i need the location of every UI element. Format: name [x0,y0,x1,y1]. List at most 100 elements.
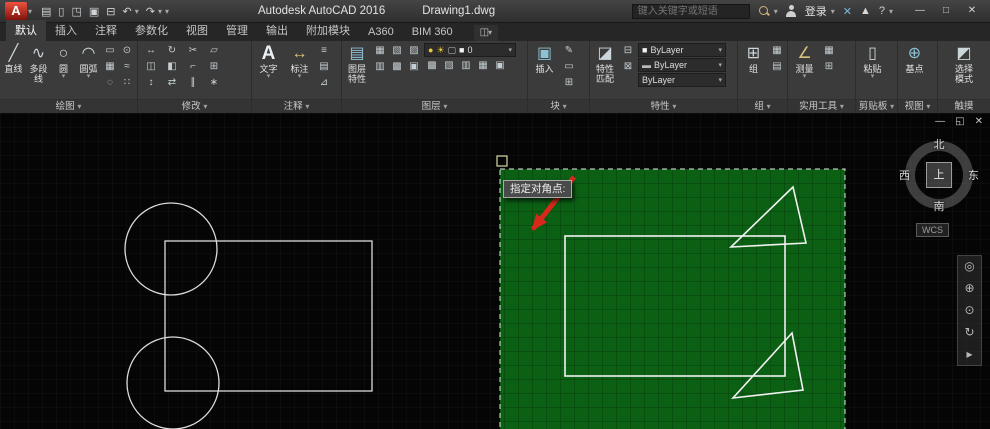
list-icon[interactable]: ⊠ [620,59,636,74]
redo-caret-icon[interactable]: ▾ [158,7,162,16]
workspace-icon[interactable]: ▤ [41,5,51,18]
erase-icon[interactable]: ▱ [206,43,222,58]
tab-annotate[interactable]: 注释 [86,20,126,41]
panel-label-annotate[interactable]: 注释 ▾ [252,99,341,113]
panel-label-block[interactable]: 块 ▾ [528,99,589,113]
hatch-icon[interactable]: ▦ [102,59,118,74]
layer-thaw-icon[interactable]: ▥ [458,58,474,73]
zoom-icon[interactable]: ⊙ [964,304,974,317]
color-combo[interactable]: ■ ByLayer ▾ [638,43,726,57]
qat-customize-caret-icon[interactable]: ▾ [165,7,169,16]
panel-label-view[interactable]: 视图 ▾ [898,99,937,113]
app-menu-button[interactable]: A [5,2,27,20]
signin-caret-icon[interactable]: ▾ [831,7,835,16]
open-file-icon[interactable]: ◳ [71,5,81,18]
compass-top-face[interactable]: 上 [926,162,952,188]
tab-bim360[interactable]: BIM 360 [403,24,462,41]
donut-icon[interactable]: ⊙ [119,43,135,58]
rectangle-icon[interactable]: ▭ [102,43,118,58]
viewcube-compass[interactable]: 上 北 南 西 东 [901,137,977,213]
layer-match-icon[interactable]: ▩ [389,59,405,74]
mirror-icon[interactable]: ◧ [164,59,180,74]
tab-insert[interactable]: 插入 [46,20,86,41]
move-icon[interactable]: ↔ [143,43,159,58]
app-menu-caret-icon[interactable]: ▾ [28,7,32,16]
quick-calc-icon[interactable]: ⊞ [821,59,837,74]
orbit-icon[interactable]: ↻ [964,326,974,339]
signin-button[interactable]: 登录 [805,3,827,19]
tool-circle[interactable]: ○ 圆 ▾ [52,43,75,80]
compass-north-label[interactable]: 北 [934,136,945,152]
mleader-icon[interactable]: ≡ [316,43,332,58]
create-block-icon[interactable]: ▭ [561,59,577,74]
plot-icon[interactable]: ⊟ [106,5,115,18]
tab-addins[interactable]: 附加模块 [297,20,359,41]
ungroup-icon[interactable]: ▦ [769,43,785,58]
panel-label-draw[interactable]: 绘图 ▾ [0,99,137,113]
tool-dimension[interactable]: ↔ 标注 ▾ [285,43,314,80]
quick-select-icon[interactable]: ▦ [821,43,837,58]
layer-off-icon[interactable]: ▦ [372,43,388,58]
a360-icon[interactable]: ▲ [860,5,871,17]
help-icon[interactable]: ? [879,5,885,17]
layer-lock-icon[interactable]: ▨ [406,43,422,58]
tool-arc[interactable]: ◠ 圆弧 ▾ [77,43,100,80]
panel-label-properties[interactable]: 特性 ▾ [590,99,737,113]
tool-insert[interactable]: ▣ 插入 [530,43,559,74]
trim-icon[interactable]: ✂ [185,43,201,58]
panel-label-modify[interactable]: 修改 ▾ [138,99,251,113]
drawing-canvas[interactable]: 指定对角点: — ◱ ✕ 上 北 南 西 东 WCS ◎ ⊕ ⊙ ↻ ▸ [0,113,990,429]
panel-label-clipboard[interactable]: 剪贴板 ▾ [856,99,897,113]
drawing-minimize-button[interactable]: — [935,116,945,127]
tool-group[interactable]: ⊞ 组 [740,43,767,74]
rotate-icon[interactable]: ↻ [164,43,180,58]
tab-manage[interactable]: 管理 [217,20,257,41]
showmotion-icon[interactable]: ▸ [966,348,972,361]
dimstyle-icon[interactable]: ⊿ [316,75,332,90]
search-box[interactable] [632,4,750,19]
explode-icon[interactable]: ∗ [206,75,222,90]
search-input[interactable] [636,5,746,18]
layer-combo[interactable]: ● ☀ ▢ ■ 0 ▾ [424,43,516,57]
save-icon[interactable]: ▣ [89,5,99,18]
compass-south-label[interactable]: 南 [934,198,945,214]
tab-home[interactable]: 默认 [6,20,46,41]
tool-paste[interactable]: ▯ 粘贴 ▾ [858,43,887,80]
tool-layer-properties[interactable]: ▤ 图层特性 [344,43,370,84]
panel-label-groups[interactable]: 组 ▾ [738,99,787,113]
search-icon[interactable] [758,5,770,17]
spline-icon[interactable]: ≈ [119,59,135,74]
layer-state-icon[interactable]: ▩ [424,58,440,73]
block-editor-icon[interactable]: ⊞ [561,75,577,90]
search-caret-icon[interactable]: ▾ [774,7,778,16]
tool-match-properties[interactable]: ◪ 特性匹配 [592,43,618,84]
revcloud-icon[interactable]: ◌ [102,75,118,90]
redo-icon[interactable]: ↷ [146,5,155,18]
compass-west-label[interactable]: 西 [899,167,910,183]
new-file-icon[interactable]: ▯ [58,5,64,18]
undo-icon[interactable]: ↶ [123,5,132,18]
tool-line[interactable]: ╱ 直线 [2,43,25,74]
tab-a360[interactable]: A360 [359,24,403,41]
table-icon[interactable]: ▤ [316,59,332,74]
layer-isolate-icon[interactable]: ▥ [372,59,388,74]
wcs-button[interactable]: WCS [916,223,949,237]
lineweight-combo[interactable]: ▬ ByLayer ▾ [638,58,726,72]
minimize-button[interactable]: — [907,1,933,21]
compass-east-label[interactable]: 东 [968,167,979,183]
pickadd-icon[interactable]: ⊟ [620,43,636,58]
navwheel-icon[interactable]: ◎ [964,260,974,273]
fillet-icon[interactable]: ⌐ [185,59,201,74]
undo-caret-icon[interactable]: ▾ [135,7,139,16]
help-caret-icon[interactable]: ▾ [889,7,893,16]
stretch-icon[interactable]: ↕ [143,75,159,90]
tool-text[interactable]: A 文字 ▾ [254,43,283,80]
tab-output[interactable]: 输出 [257,20,297,41]
layer-on-icon[interactable]: ▦ [475,58,491,73]
ribbon-display-toggle[interactable]: ◫ ▾ [474,25,498,41]
linetype-combo[interactable]: ByLayer ▾ [638,73,726,87]
close-button[interactable]: ✕ [959,1,985,21]
offset-icon[interactable]: ∥ [185,75,201,90]
tab-view[interactable]: 视图 [177,20,217,41]
panel-label-layers[interactable]: 图层 ▾ [342,99,527,113]
